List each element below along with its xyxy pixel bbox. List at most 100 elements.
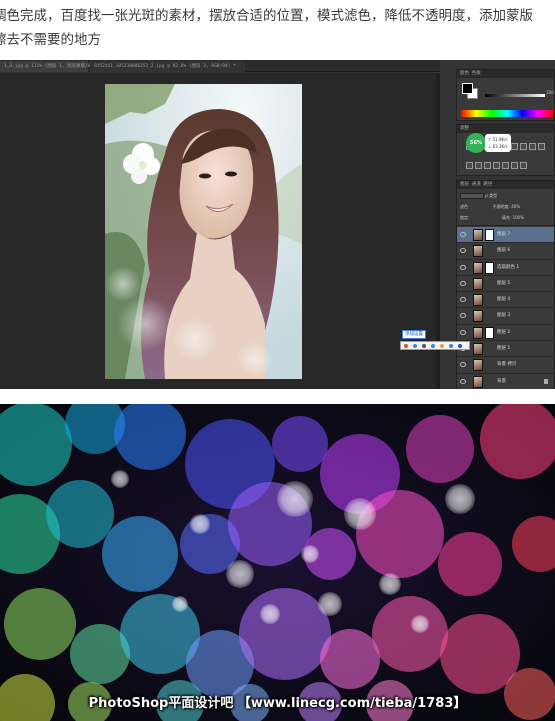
visibility-eye-icon[interactable] <box>460 264 466 270</box>
layer-name[interactable]: 图层 7 <box>497 227 510 243</box>
layers-panel: 图层 通道 路径 ρ 类型 滤色 不透明度: 40% 锁定: 填充: 100% … <box>456 180 555 389</box>
layer-name[interactable]: 图层 5 <box>497 276 510 292</box>
layer-name[interactable]: 背景 拷贝 <box>497 357 516 373</box>
document-tab-1[interactable]: 1_3.jpg @ 111% (图层 1, 图层蒙版/8) * <box>0 61 99 72</box>
qa-icon-4[interactable] <box>431 344 435 348</box>
color-panel-title[interactable]: 颜色 色板 <box>457 70 554 78</box>
bw-icon[interactable] <box>529 143 536 150</box>
caption-line-1: 调色完成，百度找一张光斑的素材，摆放合适的位置，模式滤色，降低不透明度，添加蒙版 <box>0 8 533 24</box>
layer-row[interactable]: 图层 3 <box>457 308 554 325</box>
visibility-eye-icon[interactable] <box>460 378 466 384</box>
layer-row[interactable]: 图层 4 <box>457 292 554 309</box>
quick-action-bar[interactable] <box>400 341 470 350</box>
layer-thumbnail[interactable] <box>473 229 483 241</box>
visibility-eye-icon[interactable] <box>460 297 466 303</box>
qa-icon-7[interactable] <box>458 344 462 348</box>
adjustments-panel-title[interactable]: 调整 <box>457 125 554 133</box>
lock-icon <box>544 378 548 384</box>
qa-icon-2[interactable] <box>413 344 417 348</box>
network-upload: ↑ 51.9K/s <box>488 137 508 142</box>
document-tab-2[interactable]: 9252441_105238006352_2.jpg @ 82.8% (图层 3… <box>90 61 245 72</box>
layer-name[interactable]: 图层 4 <box>497 292 510 308</box>
layer-row[interactable]: 图层 2 <box>457 324 554 342</box>
layers-panel-title[interactable]: 图层 通道 路径 <box>457 181 554 189</box>
layer-mask-thumbnail[interactable] <box>485 261 494 274</box>
qa-icon-5[interactable] <box>440 344 444 348</box>
opacity-value[interactable]: 40% <box>511 204 520 209</box>
visibility-eye-icon[interactable] <box>460 248 466 254</box>
lock-row: 锁定: 填充: 100% <box>460 214 524 222</box>
lock-label: 锁定: <box>460 215 470 220</box>
layer-name[interactable]: 图层 6 <box>497 243 510 259</box>
layer-row[interactable]: 图层 6 <box>457 243 554 260</box>
caption: 调色完成，百度找一张光斑的素材，摆放合适的位置，模式滤色，降低不透明度，添加蒙版… <box>0 0 555 56</box>
visibility-eye-icon[interactable] <box>460 313 466 319</box>
portrait-photo <box>105 84 302 379</box>
adjustments-panel: 调整 56% ↑ 51.9K/s ↓ 63.3K/s <box>456 124 555 176</box>
layer-name[interactable]: 选取颜色 1 <box>497 260 519 276</box>
color-spectrum[interactable] <box>461 110 553 117</box>
photo-filter-icon[interactable] <box>538 143 545 150</box>
layer-filter-label: ρ 类型 <box>485 193 498 198</box>
color-slider-value: 100 <box>546 90 554 95</box>
visibility-eye-icon[interactable] <box>460 362 466 368</box>
visibility-eye-icon[interactable] <box>460 232 466 237</box>
posterize-icon[interactable] <box>493 162 500 169</box>
layer-row[interactable]: 背景 拷贝 <box>457 357 554 374</box>
lookup-icon[interactable] <box>475 162 482 169</box>
bokeh-image: PhotoShop平面设计吧 【www.linecg.com/tieba/178… <box>0 404 555 721</box>
visibility-eye-icon[interactable] <box>460 280 466 286</box>
portrait-illustration <box>105 84 302 379</box>
blend-mode-select[interactable]: 滤色 <box>460 204 468 209</box>
layer-thumbnail[interactable] <box>473 294 483 307</box>
layer-thumbnail[interactable] <box>473 310 483 323</box>
layer-name[interactable]: 背景 <box>497 374 506 389</box>
bokeh-illustration <box>0 404 555 721</box>
qa-icon-1[interactable] <box>404 344 408 348</box>
layers-toolbar: ρ 类型 滤色 不透明度: 40% 锁定: 填充: 100% <box>457 190 554 226</box>
layer-thumbnail[interactable] <box>473 343 483 356</box>
color-panel: 颜色 色板 100 <box>456 69 555 121</box>
network-badge[interactable]: 56% <box>466 133 486 153</box>
threshold-icon[interactable] <box>502 162 509 169</box>
qa-icon-6[interactable] <box>449 344 453 348</box>
layer-row[interactable]: 图层 5 <box>457 275 554 293</box>
document-tab-bar: 1_3.jpg @ 111% (图层 1, 图层蒙版/8) * 9252441_… <box>0 60 440 72</box>
qa-icon-3[interactable] <box>422 344 426 348</box>
layer-row[interactable]: 选取颜色 1 <box>457 259 554 276</box>
color-slider[interactable] <box>485 94 545 97</box>
layer-filter-select[interactable] <box>460 193 484 199</box>
layer-thumbnail[interactable] <box>473 375 483 388</box>
selective-color-icon[interactable] <box>520 162 527 169</box>
layer-list: 图层 7 图层 6 选取颜色 1 图层 5 图层 4 图层 3 图层 2 图层 1 背景 拷贝背… <box>457 227 554 389</box>
opacity-label: 不透明度: <box>492 204 510 209</box>
mixer-icon[interactable] <box>466 162 473 169</box>
visibility-eye-icon[interactable] <box>460 329 466 335</box>
network-download: ↓ 63.3K/s <box>488 144 508 149</box>
layer-thumbnail[interactable] <box>473 277 483 290</box>
layer-mask-thumbnail[interactable] <box>485 326 494 339</box>
balance-icon[interactable] <box>520 143 527 150</box>
layer-row[interactable]: 背景 <box>457 373 554 389</box>
caption-line-2: 擦去不需要的地方 <box>0 32 101 48</box>
gradient-map-icon[interactable] <box>511 162 518 169</box>
layer-row[interactable]: 图层 1 <box>457 341 554 358</box>
layer-thumbnail[interactable] <box>473 261 483 274</box>
tooltip: 添加设置 <box>402 330 426 339</box>
fill-label: 填充: <box>501 215 512 220</box>
layer-name[interactable]: 图层 3 <box>497 308 510 324</box>
invert-icon[interactable] <box>484 162 491 169</box>
layer-thumbnail[interactable] <box>473 359 483 372</box>
hue-icon[interactable] <box>511 143 518 150</box>
layer-thumbnail[interactable] <box>473 326 483 339</box>
fill-value[interactable]: 100% <box>513 215 524 220</box>
watermark-text: PhotoShop平面设计吧 【www.linecg.com/tieba/178… <box>88 696 467 711</box>
layer-thumbnail[interactable] <box>473 245 483 258</box>
network-speed: ↑ 51.9K/s ↓ 63.3K/s <box>485 134 511 152</box>
layer-mask-thumbnail[interactable] <box>485 229 494 241</box>
foreground-color-swatch[interactable] <box>462 83 473 94</box>
photoshop-screenshot: 1_3.jpg @ 111% (图层 1, 图层蒙版/8) * 9252441_… <box>0 60 555 389</box>
layer-name[interactable]: 图层 2 <box>497 325 510 341</box>
layer-name[interactable]: 图层 1 <box>497 341 510 357</box>
layer-row[interactable]: 图层 7 <box>457 227 554 244</box>
